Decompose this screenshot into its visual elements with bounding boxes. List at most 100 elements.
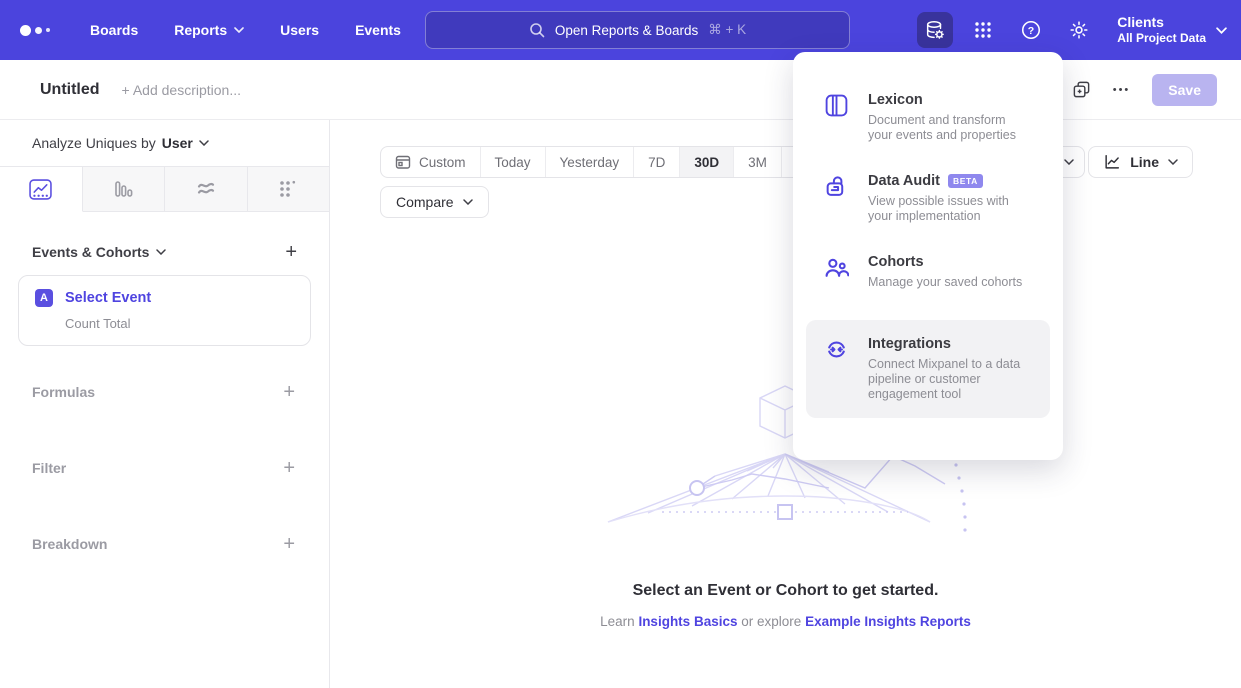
learn-prefix: Learn xyxy=(600,614,635,629)
nav-reports[interactable]: Reports xyxy=(174,22,244,38)
compare-dropdown[interactable]: Compare xyxy=(380,186,489,218)
date-range-3m[interactable]: 3M xyxy=(733,147,781,177)
chevron-down-icon xyxy=(1064,159,1074,165)
add-event-button[interactable]: + xyxy=(285,242,297,262)
select-event-label[interactable]: Select Event xyxy=(65,290,151,306)
nav-users[interactable]: Users xyxy=(280,22,319,38)
menu-item-lexicon[interactable]: Lexicon Document and transform your even… xyxy=(806,92,1050,143)
formulas-section[interactable]: Formulas + xyxy=(0,382,329,402)
mixpanel-logo-icon[interactable] xyxy=(20,25,50,36)
add-formula-button[interactable]: + xyxy=(283,382,295,402)
duplicate-icon xyxy=(1072,80,1091,99)
project-info: Clients All Project Data xyxy=(1117,14,1206,46)
event-aggregation[interactable]: Count Total xyxy=(65,316,294,331)
events-cohorts-header: Events & Cohorts + xyxy=(0,242,329,262)
chevron-down-icon[interactable] xyxy=(156,249,166,255)
duplicate-button[interactable] xyxy=(1072,80,1091,99)
global-search-input[interactable]: Open Reports & Boards ⌘ + K xyxy=(425,11,850,49)
save-button[interactable]: Save xyxy=(1152,74,1217,106)
primary-nav: Boards Reports Users Events xyxy=(90,22,401,38)
empty-state-title: Select an Event or Cohort to get started… xyxy=(330,582,1241,600)
date-range-custom-label: Custom xyxy=(419,155,466,170)
menu-item-title: Cohorts xyxy=(868,254,924,270)
menu-item-title: Data Audit xyxy=(868,173,940,189)
chevron-down-icon xyxy=(1168,159,1178,165)
menu-item-integrations[interactable]: Integrations Connect Mixpanel to a data … xyxy=(806,320,1050,418)
line-chart-icon xyxy=(1103,153,1121,171)
report-content: Custom Today Yesterday 7D 30D 3M 6M Comp… xyxy=(330,120,1241,688)
mixpanel-app: Boards Reports Users Events Open Reports… xyxy=(0,0,1241,688)
nav-events[interactable]: Events xyxy=(355,22,401,38)
filter-section[interactable]: Filter + xyxy=(0,458,329,478)
date-range-custom[interactable]: Custom xyxy=(381,147,480,177)
project-name: Clients xyxy=(1117,14,1206,31)
search-shortcut: ⌘ + K xyxy=(708,22,746,38)
sync-icon xyxy=(824,336,850,402)
menu-item-title: Lexicon xyxy=(868,92,923,108)
breakdown-section[interactable]: Breakdown + xyxy=(0,534,329,554)
add-description[interactable]: + Add description... xyxy=(122,82,241,98)
event-series-badge: A xyxy=(35,289,53,307)
report-title[interactable]: Untitled xyxy=(40,81,100,99)
analyze-value: User xyxy=(162,135,193,151)
bar-chart-icon xyxy=(113,179,133,199)
users-icon xyxy=(824,254,850,290)
chevron-down-icon xyxy=(1216,27,1227,34)
query-builder-sidebar: Analyze Uniques by User xyxy=(0,120,330,688)
project-switcher[interactable]: Clients All Project Data xyxy=(1117,14,1227,46)
tab-metric-chart[interactable] xyxy=(248,167,330,212)
compare-label: Compare xyxy=(396,194,454,210)
nav-reports-label: Reports xyxy=(174,22,227,38)
chart-style-label: Line xyxy=(1130,154,1159,170)
grid-dots-icon xyxy=(973,20,993,40)
date-range-today[interactable]: Today xyxy=(480,147,545,177)
question-circle-icon: ? xyxy=(1020,19,1042,41)
menu-item-text: Integrations Connect Mixpanel to a data … xyxy=(868,336,1032,402)
chevron-down-icon xyxy=(463,199,473,205)
menu-item-description: Connect Mixpanel to a data pipeline or c… xyxy=(868,357,1032,402)
nav-right-cluster: ? Clients All Project Data xyxy=(917,0,1227,60)
svg-text:?: ? xyxy=(1028,25,1034,37)
tab-flow-chart[interactable] xyxy=(165,167,248,212)
example-reports-link[interactable]: Example Insights Reports xyxy=(805,614,971,629)
tab-line-chart[interactable] xyxy=(0,167,83,212)
analyze-label: Analyze Uniques by xyxy=(32,135,156,151)
analyze-row: Analyze Uniques by User xyxy=(0,120,329,166)
empty-state-links: Learn Insights Basics or explore Example… xyxy=(330,614,1241,629)
links-middle-text: or explore xyxy=(741,614,801,629)
settings-button[interactable] xyxy=(1061,12,1097,48)
audit-lock-icon xyxy=(824,173,850,224)
event-main: A Select Event xyxy=(35,289,294,307)
add-breakdown-button[interactable]: + xyxy=(283,534,295,554)
more-menu-button[interactable]: ••• xyxy=(1113,84,1131,96)
filter-label: Filter xyxy=(32,460,66,476)
date-range-control: Custom Today Yesterday 7D 30D 3M 6M xyxy=(380,146,830,178)
analyze-by-dropdown[interactable]: User xyxy=(162,135,209,151)
report-actions: ••• Save xyxy=(1072,74,1217,106)
menu-item-title: Integrations xyxy=(868,336,951,352)
apps-grid-button[interactable] xyxy=(965,12,1001,48)
add-filter-button[interactable]: + xyxy=(283,458,295,478)
search-icon xyxy=(529,22,545,38)
tab-bar-chart[interactable] xyxy=(83,167,166,212)
data-management-button[interactable] xyxy=(917,12,953,48)
insights-basics-link[interactable]: Insights Basics xyxy=(638,614,737,629)
events-cohorts-label[interactable]: Events & Cohorts xyxy=(32,244,149,260)
menu-item-data-audit[interactable]: Data Audit BETA View possible issues wit… xyxy=(806,173,1050,224)
date-range-7d[interactable]: 7D xyxy=(633,147,679,177)
scatter-chart-icon xyxy=(278,179,298,199)
menu-item-cohorts[interactable]: Cohorts Manage your saved cohorts xyxy=(806,254,1050,290)
chart-style-dropdown[interactable]: Line xyxy=(1088,146,1193,178)
event-card[interactable]: A Select Event Count Total xyxy=(18,275,311,346)
menu-item-text: Data Audit BETA View possible issues wit… xyxy=(868,173,1032,224)
nav-boards[interactable]: Boards xyxy=(90,22,138,38)
date-range-30d[interactable]: 30D xyxy=(679,147,733,177)
help-button[interactable]: ? xyxy=(1013,12,1049,48)
project-scope: All Project Data xyxy=(1117,31,1206,46)
breakdown-label: Breakdown xyxy=(32,536,107,552)
menu-item-description: Manage your saved cohorts xyxy=(868,275,1022,290)
database-gear-icon xyxy=(924,19,946,41)
book-icon xyxy=(824,92,850,143)
date-range-yesterday[interactable]: Yesterday xyxy=(545,147,634,177)
formulas-label: Formulas xyxy=(32,384,95,400)
